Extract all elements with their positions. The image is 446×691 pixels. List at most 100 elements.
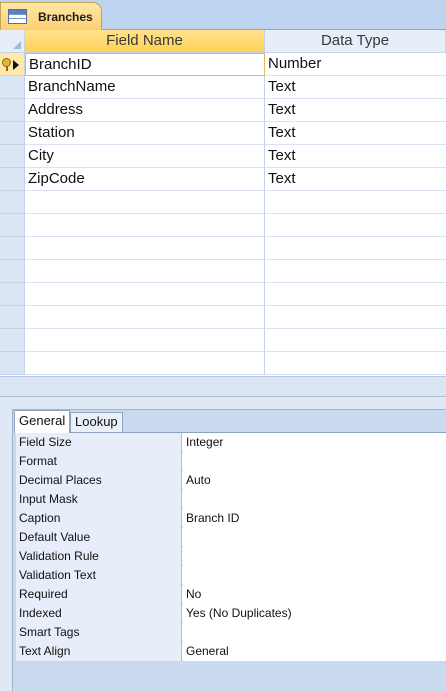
property-value-field[interactable] (183, 566, 446, 585)
field-name-cell[interactable] (25, 352, 265, 375)
property-row: Field Size Integer (16, 433, 446, 452)
property-value-field[interactable] (183, 623, 446, 642)
property-value-field[interactable]: Auto (183, 471, 446, 490)
field-row[interactable] (0, 260, 446, 283)
field-row[interactable] (0, 283, 446, 306)
current-row-arrow-icon (13, 60, 19, 70)
data-type-cell[interactable] (265, 214, 446, 237)
property-value-field[interactable]: No (183, 585, 446, 604)
data-type-cell[interactable] (265, 260, 446, 283)
field-name-cell[interactable] (25, 237, 265, 260)
field-name-cell[interactable]: BranchID (25, 53, 265, 76)
field-name-cell[interactable]: City (25, 145, 265, 168)
data-type-cell[interactable] (265, 283, 446, 306)
row-selector[interactable] (0, 145, 25, 168)
field-row[interactable] (0, 306, 446, 329)
row-selector[interactable] (0, 260, 25, 283)
property-row: Default Value (16, 528, 446, 547)
document-tab-strip: Branches (0, 0, 446, 31)
property-row: Text Align General (16, 642, 446, 661)
field-row[interactable]: BranchName Text (0, 76, 446, 99)
data-type-cell[interactable] (265, 191, 446, 214)
property-value-field[interactable] (183, 547, 446, 566)
properties-tabs: General Lookup (13, 410, 446, 433)
field-properties-pane: General Lookup Field Size Integer Format De… (0, 396, 446, 691)
row-selector[interactable] (0, 237, 25, 260)
property-label: Validation Text (16, 566, 182, 585)
field-row[interactable] (0, 214, 446, 237)
field-name-cell[interactable] (25, 329, 265, 352)
branches-table-tab[interactable]: Branches (0, 2, 102, 31)
row-selector[interactable] (0, 214, 25, 237)
tab-lookup[interactable]: Lookup (70, 412, 123, 432)
row-selector[interactable] (0, 99, 25, 122)
property-row: Input Mask (16, 490, 446, 509)
field-row[interactable]: BranchID Number (0, 53, 446, 76)
property-value-field[interactable]: Branch ID (183, 509, 446, 528)
property-value-field[interactable]: Yes (No Duplicates) (183, 604, 446, 623)
data-type-cell[interactable]: Text (265, 122, 446, 145)
row-selector[interactable] (0, 122, 25, 145)
data-type-cell[interactable]: Text (265, 145, 446, 168)
property-row: Smart Tags (16, 623, 446, 642)
field-row[interactable]: Address Text (0, 99, 446, 122)
property-row: Validation Text (16, 566, 446, 585)
field-row[interactable]: City Text (0, 145, 446, 168)
row-selector[interactable] (0, 283, 25, 306)
data-type-cell[interactable] (265, 237, 446, 260)
data-type-cell[interactable]: Number (265, 53, 446, 76)
row-selector[interactable] (0, 168, 25, 191)
data-type-cell[interactable]: Text (265, 76, 446, 99)
field-name-column-header[interactable]: Field Name (25, 30, 265, 53)
property-label: Required (16, 585, 182, 604)
field-name-cell[interactable] (25, 306, 265, 329)
row-selector[interactable] (0, 53, 25, 76)
field-row[interactable] (0, 237, 446, 260)
property-value-field[interactable] (183, 452, 446, 471)
field-row[interactable]: ZipCode Text (0, 168, 446, 191)
field-name-cell[interactable]: Address (25, 99, 265, 122)
property-value-field[interactable] (183, 528, 446, 547)
property-value-field[interactable] (183, 490, 446, 509)
select-all-corner[interactable] (0, 30, 25, 53)
field-name-cell[interactable]: BranchName (25, 76, 265, 99)
property-label: Smart Tags (16, 623, 182, 642)
property-value-field[interactable]: Integer (183, 433, 446, 452)
tab-general[interactable]: General (14, 410, 71, 433)
field-name-cell[interactable] (25, 260, 265, 283)
data-type-cell[interactable]: Text (265, 99, 446, 122)
properties-table: Field Size Integer Format Decimal Places Aut… (16, 432, 446, 661)
property-row: Decimal Places Auto (16, 471, 446, 490)
property-label: Input Mask (16, 490, 182, 509)
field-name-cell[interactable] (25, 283, 265, 306)
property-value-field[interactable]: General (183, 642, 446, 661)
row-selector[interactable] (0, 76, 25, 99)
tab-title: Branches (38, 10, 93, 24)
field-name-cell[interactable] (25, 191, 265, 214)
field-row[interactable] (0, 329, 446, 352)
property-label: Indexed (16, 604, 182, 623)
property-row: Format (16, 452, 446, 471)
data-type-cell[interactable] (265, 306, 446, 329)
data-type-cell[interactable] (265, 329, 446, 352)
grid-header: Field Name Data Type (0, 30, 446, 53)
data-type-column-header[interactable]: Data Type (265, 30, 446, 53)
data-type-cell[interactable] (265, 352, 446, 375)
field-row[interactable] (0, 352, 446, 375)
row-selector[interactable] (0, 352, 25, 375)
field-properties-panel: General Lookup Field Size Integer Format De… (12, 409, 446, 691)
pane-splitter[interactable] (0, 376, 446, 396)
field-row[interactable]: Station Text (0, 122, 446, 145)
field-rows: BranchID Number BranchName Text Address Text S… (0, 53, 446, 375)
primary-key-icon (2, 58, 12, 71)
row-selector[interactable] (0, 306, 25, 329)
field-name-cell[interactable] (25, 214, 265, 237)
property-row: Indexed Yes (No Duplicates) (16, 604, 446, 623)
row-selector[interactable] (0, 191, 25, 214)
field-name-cell[interactable]: Station (25, 122, 265, 145)
field-design-grid: Field Name Data Type BranchID Number Branc… (0, 30, 446, 376)
data-type-cell[interactable]: Text (265, 168, 446, 191)
field-row[interactable] (0, 191, 446, 214)
row-selector[interactable] (0, 329, 25, 352)
field-name-cell[interactable]: ZipCode (25, 168, 265, 191)
